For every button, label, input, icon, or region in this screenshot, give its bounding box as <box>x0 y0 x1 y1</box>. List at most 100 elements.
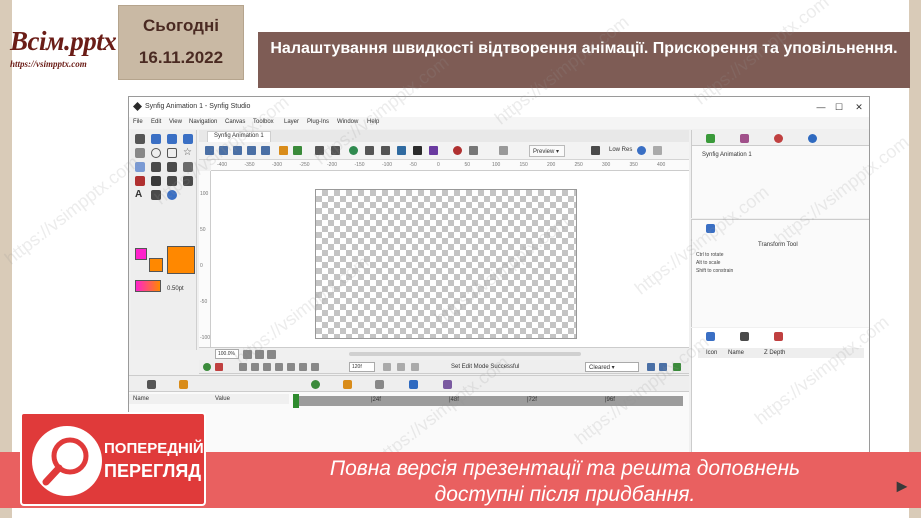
watermark-text: https://vsimpptx.com <box>0 151 143 269</box>
sound-tab-icon[interactable] <box>774 332 783 341</box>
toggle-grid-icon[interactable] <box>381 146 390 155</box>
minimize-button[interactable]: — <box>815 101 827 113</box>
ruler-h-tick-label: 150 <box>519 162 528 168</box>
zoom-fit-icon[interactable] <box>267 350 276 359</box>
record-icon[interactable] <box>215 363 223 371</box>
navigator-tab-icon[interactable] <box>774 134 783 143</box>
params-col-name: Name <box>133 396 150 402</box>
toolbar-menu-icon[interactable] <box>653 146 662 155</box>
timetrack-label-72: |72f <box>527 397 537 403</box>
end-time-field[interactable]: 120f <box>349 362 375 372</box>
window-title: Synfig Animation 1 - Synfig Studio <box>145 103 251 110</box>
next-slide-arrow-icon[interactable]: ► <box>893 476 911 497</box>
close-button[interactable]: ✕ <box>853 101 865 113</box>
tool-hint-constrain: Shift to constrain <box>696 268 734 274</box>
ruler-h-tick-label: -50 <box>409 162 417 168</box>
refresh-icon[interactable] <box>637 146 646 155</box>
maximize-button[interactable]: ☐ <box>833 101 845 113</box>
next-frame-icon[interactable] <box>287 363 295 371</box>
layer-visibility-icon[interactable] <box>499 146 508 155</box>
toggle-ducks-icon[interactable] <box>365 146 374 155</box>
menu-navigation[interactable]: Navigation <box>189 119 217 125</box>
banner-message: Повна версія презентації та решта доповн… <box>220 456 910 508</box>
ruler-h-tick-label: -250 <box>299 162 310 168</box>
gradient-tool-icon[interactable] <box>151 162 161 172</box>
prev-keyframe-icon[interactable] <box>251 363 259 371</box>
canvas-metadata-tab-icon[interactable] <box>375 380 384 389</box>
cutout-tool-icon[interactable] <box>135 176 145 186</box>
spline-tool-icon[interactable] <box>167 162 177 172</box>
rotate-tool-icon[interactable] <box>183 134 193 144</box>
default-color-preview[interactable] <box>167 246 195 274</box>
menu-view[interactable]: View <box>169 119 182 125</box>
jack-icon[interactable] <box>411 363 419 371</box>
gradient-swatch[interactable] <box>135 280 161 292</box>
keyframe-lock-icon[interactable] <box>203 363 211 371</box>
preview-badge[interactable]: ПОПЕРЕДНІЙ ПЕРЕГЛЯД <box>20 412 206 506</box>
render-icon[interactable] <box>261 146 270 155</box>
timetrack-tab-icon[interactable] <box>311 380 320 389</box>
menu-plugins[interactable]: Plug-Ins <box>307 119 329 125</box>
scale-tool-icon[interactable] <box>167 134 177 144</box>
low-res-icon[interactable] <box>591 146 600 155</box>
layers-col-zdepth: Z Depth <box>764 350 786 356</box>
ruler-v-tick-label: -100 <box>200 335 211 341</box>
loop-icon[interactable] <box>383 363 391 371</box>
ruler-h-tick-label: -100 <box>382 162 393 168</box>
params-col-value: Value <box>215 396 230 402</box>
quality-icon[interactable] <box>469 146 478 155</box>
canvas-browser-tabs <box>692 130 869 146</box>
rectangle-tool-icon[interactable] <box>167 148 177 158</box>
menu-file[interactable]: File <box>133 119 143 125</box>
canvas-scrollbar[interactable] <box>349 352 581 356</box>
sound-panel-tab-icon[interactable] <box>443 380 452 389</box>
ruler-h-tick-label: 0 <box>437 162 440 168</box>
info-tab-icon[interactable] <box>808 134 817 143</box>
canvas-browser-tab-icon[interactable] <box>706 134 715 143</box>
menu-layer[interactable]: Layer <box>284 119 299 125</box>
keyframes-tab-icon[interactable] <box>179 380 188 389</box>
toggle-guides-icon[interactable] <box>397 146 406 155</box>
next-keyframe-icon[interactable] <box>299 363 307 371</box>
banner-message-line-1: Повна версія презентації та решта доповн… <box>329 457 801 480</box>
canvas-tabbar: Synfig Animation 1 <box>199 130 689 142</box>
redo-icon[interactable] <box>293 146 302 155</box>
mirror-tool-icon[interactable] <box>135 148 145 158</box>
curves-tab-icon[interactable] <box>343 380 352 389</box>
time-cursor[interactable] <box>293 394 299 408</box>
params-tab-icon[interactable] <box>147 380 156 389</box>
onion-skin-icon[interactable] <box>413 146 422 155</box>
horizontal-ruler: -400 -350 -300 -250 -200 -150 -100 -50 0 50 100 150… <box>211 160 689 171</box>
smooth-move-tool-icon[interactable] <box>151 134 161 144</box>
ruler-v-tick-label: 100 <box>200 191 209 197</box>
params-header: Name Value <box>129 394 289 404</box>
play-icon[interactable] <box>275 363 283 371</box>
menu-edit[interactable]: Edit <box>151 119 161 125</box>
magnifier-circle <box>32 426 102 496</box>
outline-color-swatch[interactable] <box>135 248 147 260</box>
fill-color-swatch[interactable] <box>149 258 163 272</box>
seek-end-icon[interactable] <box>311 363 319 371</box>
circle-tool-icon[interactable] <box>151 148 161 158</box>
bounds-icon[interactable] <box>397 363 405 371</box>
transform-tool-icon[interactable] <box>135 134 145 144</box>
canvas-browser-item[interactable]: Synfig Animation 1 <box>702 152 752 158</box>
date-box: Сьогодні 16.11.2022 <box>118 5 244 80</box>
prev-frame-icon[interactable] <box>263 363 271 371</box>
star-tool-icon[interactable]: ☆ <box>183 148 193 158</box>
background-rendering-icon[interactable] <box>429 146 438 155</box>
preview-label: Preview <box>533 149 555 155</box>
text-tool-icon[interactable]: A <box>135 190 145 200</box>
library-panel-tab-icon[interactable] <box>409 380 418 389</box>
save-all-icon[interactable] <box>247 146 256 155</box>
synfig-app-icon <box>133 102 142 111</box>
preview-button[interactable]: Preview ▾ <box>529 145 565 157</box>
undo-icon[interactable] <box>279 146 288 155</box>
draft-mode-icon[interactable] <box>453 146 462 155</box>
ruler-h-tick-label: 300 <box>602 162 611 168</box>
layers-tab-icon[interactable] <box>706 332 715 341</box>
library-tab-icon[interactable] <box>740 134 749 143</box>
ruler-h-tick-label: 100 <box>492 162 501 168</box>
sets-tab-icon[interactable] <box>740 332 749 341</box>
mode-select[interactable]: Cleared ▾ <box>585 362 639 372</box>
